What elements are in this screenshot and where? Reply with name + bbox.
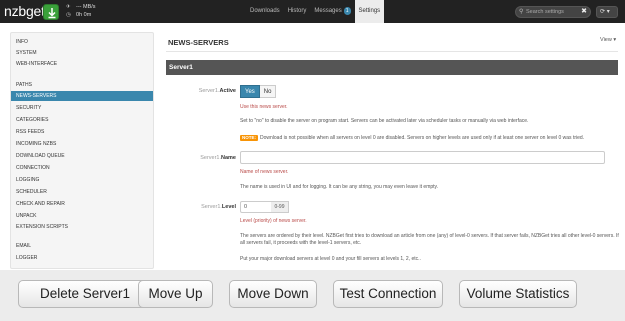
active-toggle: Yes No — [240, 85, 277, 98]
active-option-name: Active — [219, 88, 236, 94]
sidebar-item-incoming-nzbs[interactable]: INCOMING NZBS — [11, 139, 153, 149]
volume-statistics-button[interactable]: Volume Statistics — [459, 280, 577, 308]
plane-icon: ✈ — [66, 4, 71, 10]
page-title: NEWS-SERVERS — [168, 38, 229, 47]
sidebar-item-unpack[interactable]: UNPACK — [11, 211, 153, 221]
main-tabs: Downloads History Messages 1 Settings — [246, 0, 385, 23]
app-logo[interactable]: nzbget — [4, 4, 45, 18]
name-option-prefix: Server1. — [200, 155, 222, 161]
active-no-button[interactable]: No — [259, 85, 277, 98]
server-name-field[interactable] — [240, 151, 605, 164]
sidebar-item-news-servers[interactable]: NEWS-SERVERS — [11, 91, 153, 101]
note-tag: NOTE: — [240, 135, 258, 141]
sidebar-item-download-queue[interactable]: DOWNLOAD QUEUE — [11, 151, 153, 161]
name-option-desc: Name of news server. — [240, 169, 289, 175]
tab-messages[interactable]: Messages 1 — [310, 0, 354, 23]
title-divider — [166, 51, 618, 52]
active-option-note-text: Download is not possible when all server… — [260, 135, 585, 141]
clock-icon: ◷ — [66, 12, 71, 18]
sidebar-item-paths[interactable]: PATHS — [11, 80, 153, 90]
active-option-help: Set to "no" to disable the server on pro… — [240, 118, 529, 124]
move-down-button[interactable]: Move Down — [229, 280, 317, 308]
search-icon: ⚲ — [519, 9, 524, 15]
sidebar-item-security[interactable]: SECURITY — [11, 103, 153, 113]
move-up-button[interactable]: Move Up — [138, 280, 213, 308]
sidebar-item-categories[interactable]: CATEGORIES — [11, 115, 153, 125]
tab-downloads[interactable]: Downloads — [246, 0, 284, 23]
download-arrow-icon — [48, 8, 56, 19]
test-connection-button[interactable]: Test Connection — [333, 280, 443, 308]
sidebar-item-extension-scripts[interactable]: EXTENSION SCRIPTS — [11, 222, 153, 232]
active-option-prefix: Server1. — [198, 88, 220, 94]
time-indicator: ◷ 0h 0m — [66, 12, 91, 19]
sidebar-item-web-interface[interactable]: WEB-INTERFACE — [11, 59, 153, 69]
active-option-desc: Use this news server. — [240, 104, 288, 110]
time-value: 0h 0m — [76, 12, 92, 18]
level-option-help-2: Put your major download servers at level… — [240, 256, 421, 262]
level-option-help: The servers are ordered by their level. … — [240, 233, 619, 246]
active-yes-button[interactable]: Yes — [240, 85, 260, 98]
name-option-label: Server1.Name — [200, 155, 236, 161]
top-navbar: nzbget ✈ --- MB/s ◷ 0h 0m Downloads Histor… — [0, 0, 625, 23]
sidebar-item-check-and-repair[interactable]: CHECK AND REPAIR — [11, 199, 153, 209]
sidebar-item-email[interactable]: EMAIL — [11, 241, 153, 251]
speed-value: --- MB/s — [76, 4, 96, 10]
sidebar-item-connection[interactable]: CONNECTION — [11, 163, 153, 173]
view-menu[interactable]: View ▾ — [600, 37, 616, 43]
active-option-label: Server1.Active — [199, 88, 236, 94]
server-level-field[interactable]: 0 — [240, 201, 272, 213]
name-option-help: The name is used in UI and for logging. … — [240, 184, 439, 190]
tab-settings[interactable]: Settings — [354, 0, 385, 23]
name-option-name: Name — [221, 155, 236, 161]
sidebar-item-scheduler[interactable]: SCHEDULER — [11, 187, 153, 197]
level-option-label: Server1.Level — [201, 204, 236, 210]
level-option-name: Level — [221, 204, 236, 210]
active-option-note: NOTE: Download is not possible when all s… — [240, 135, 620, 142]
clear-search-icon[interactable]: ✖ — [581, 7, 587, 17]
tab-history[interactable]: History — [284, 0, 311, 23]
sidebar-item-logging[interactable]: LOGGING — [11, 175, 153, 185]
messages-count-badge: 1 — [343, 7, 351, 15]
speed-indicator: ✈ --- MB/s — [66, 4, 96, 11]
level-range-addon: 0-99 — [271, 201, 289, 213]
sidebar-item-info[interactable]: INFO — [11, 37, 153, 47]
search-input[interactable]: Search settings — [526, 8, 564, 17]
settings-sidebar: INFO SYSTEM WEB-INTERFACE PATHS NEWS-SER… — [10, 32, 154, 269]
sidebar-item-system[interactable]: SYSTEM — [11, 48, 153, 58]
level-option-prefix: Server1. — [201, 204, 222, 210]
sidebar-item-rss-feeds[interactable]: RSS FEEDS — [11, 127, 153, 137]
delete-server-button[interactable]: Delete Server1 — [18, 280, 152, 308]
search-box[interactable]: ⚲ Search settings ✖ — [515, 6, 591, 18]
download-toggle-button[interactable] — [43, 4, 59, 20]
section-header-server1: Server1 — [166, 60, 618, 75]
tab-messages-label: Messages — [314, 8, 342, 14]
level-option-desc: Level (priority) of news server. — [240, 218, 307, 224]
refresh-button[interactable]: ⟳ ▾ — [596, 6, 618, 18]
sidebar-item-logger[interactable]: LOGGER — [11, 253, 153, 263]
